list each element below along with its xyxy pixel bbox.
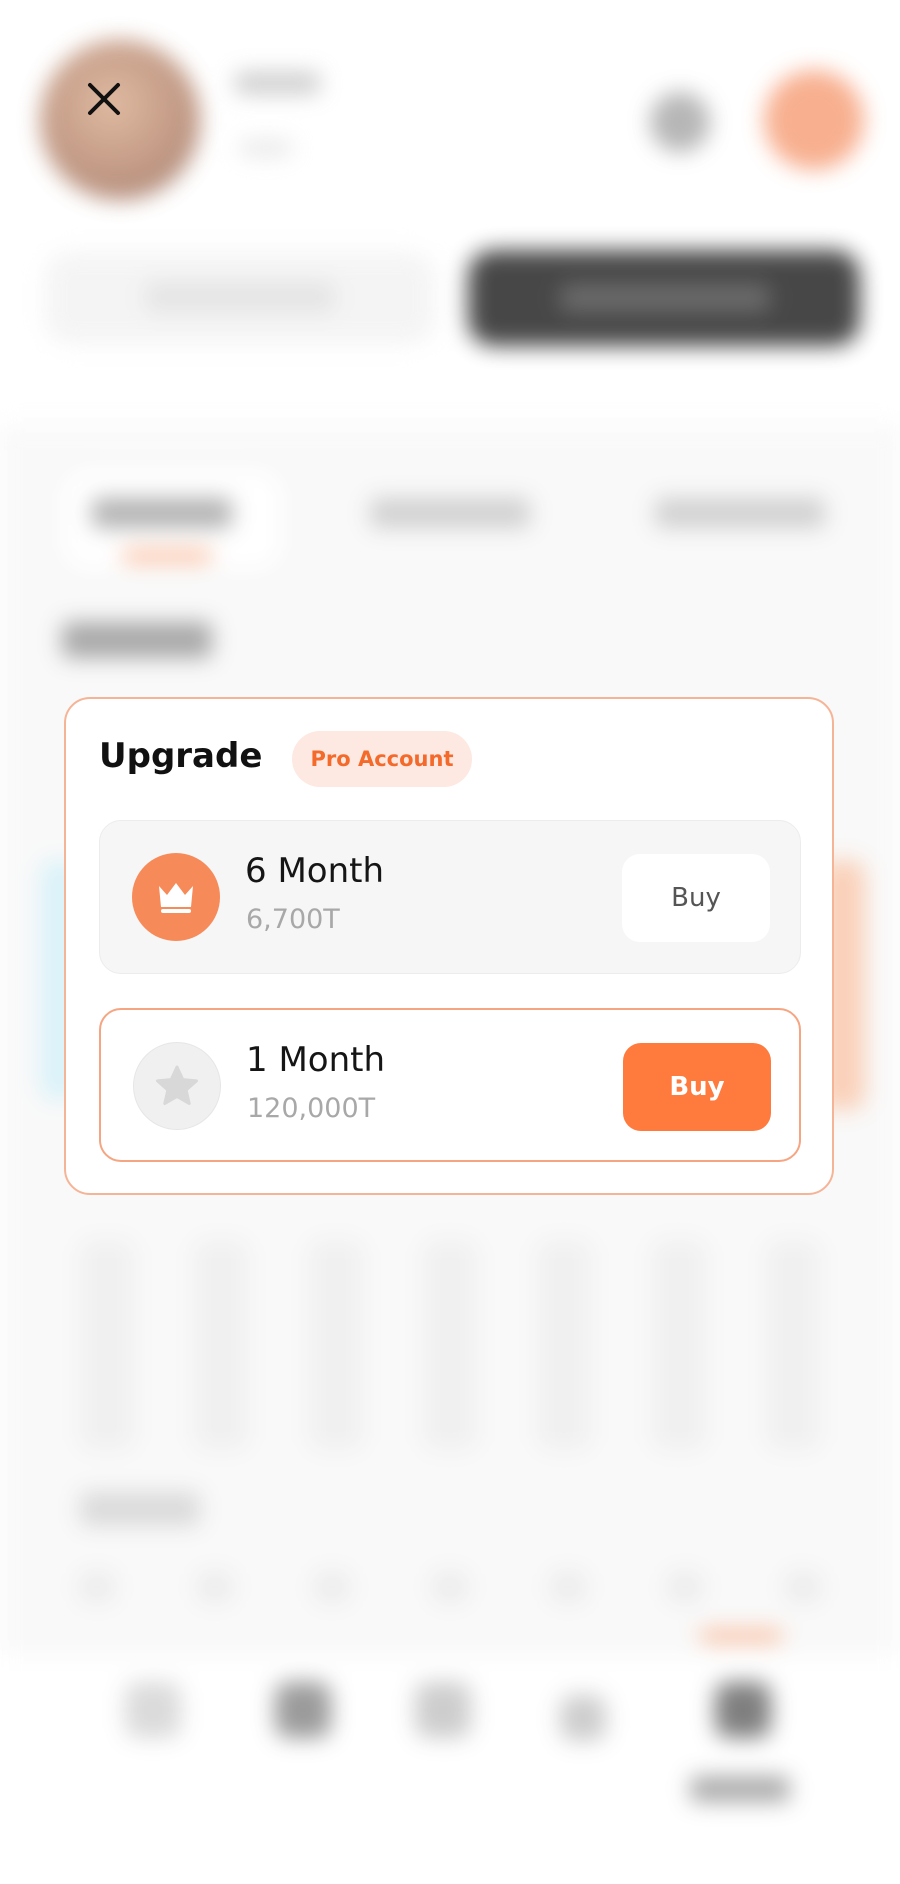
background-notification-icon bbox=[764, 70, 864, 170]
plan-name: 1 Month bbox=[246, 1040, 386, 1080]
background-row-item bbox=[785, 1572, 820, 1602]
background-row-item bbox=[668, 1572, 703, 1602]
buy-button-6-month[interactable]: Buy bbox=[622, 854, 770, 942]
background-section-title bbox=[80, 1492, 200, 1526]
background-bar bbox=[308, 1240, 363, 1450]
background-nav-icon bbox=[560, 1695, 606, 1741]
background-tab-label bbox=[92, 498, 232, 528]
background-secondary-button-label bbox=[145, 282, 335, 312]
plan-card-6-month[interactable]: 6 Month 6,700T Buy bbox=[99, 820, 801, 974]
background-tab-label bbox=[370, 498, 530, 528]
background-active-tab bbox=[62, 470, 282, 570]
background-username bbox=[235, 72, 320, 94]
background-user-subtitle bbox=[240, 140, 292, 156]
plan-name: 6 Month bbox=[245, 851, 385, 891]
background-primary-button bbox=[468, 250, 860, 346]
background-bar bbox=[651, 1240, 706, 1450]
background-section-title bbox=[62, 622, 212, 658]
background-nav-label bbox=[690, 1776, 790, 1802]
background-tab-label bbox=[655, 498, 825, 528]
upgrade-modal: Upgrade Pro Account 6 Month 6,700T Buy 1… bbox=[64, 697, 834, 1195]
star-icon bbox=[133, 1042, 221, 1130]
buy-button-1-month[interactable]: Buy bbox=[623, 1043, 771, 1131]
close-button[interactable] bbox=[78, 73, 130, 125]
background-row bbox=[80, 1572, 820, 1602]
background-bar bbox=[765, 1240, 820, 1450]
background-row-item bbox=[197, 1572, 232, 1602]
background-nav-icon bbox=[275, 1682, 331, 1738]
modal-title: Upgrade bbox=[99, 736, 263, 776]
background-tab-underline bbox=[122, 550, 212, 562]
background-row-item bbox=[550, 1572, 585, 1602]
background-gear-icon bbox=[650, 92, 710, 152]
background-secondary-button bbox=[45, 252, 435, 344]
background-row-item bbox=[432, 1572, 467, 1602]
plan-card-1-month[interactable]: 1 Month 120,000T Buy bbox=[99, 1008, 801, 1162]
background-nav-icon bbox=[415, 1682, 471, 1738]
background-nav-indicator bbox=[700, 1630, 782, 1642]
background-bottom-nav bbox=[0, 1655, 900, 1884]
background-primary-button-label bbox=[560, 284, 770, 312]
background-nav-icon bbox=[715, 1682, 771, 1738]
crown-icon bbox=[132, 853, 220, 941]
background-bar-chart bbox=[80, 1240, 820, 1450]
background-nav-icon bbox=[125, 1682, 181, 1738]
background-bar bbox=[80, 1240, 134, 1450]
background-bar bbox=[194, 1240, 249, 1450]
background-row-item bbox=[315, 1572, 350, 1602]
plan-price: 120,000T bbox=[247, 1093, 376, 1124]
plan-price: 6,700T bbox=[246, 904, 340, 935]
pro-account-badge: Pro Account bbox=[292, 731, 472, 787]
close-icon bbox=[88, 83, 120, 115]
background-bar bbox=[537, 1240, 592, 1450]
background-bar bbox=[422, 1240, 477, 1450]
background-row-item bbox=[80, 1572, 114, 1602]
